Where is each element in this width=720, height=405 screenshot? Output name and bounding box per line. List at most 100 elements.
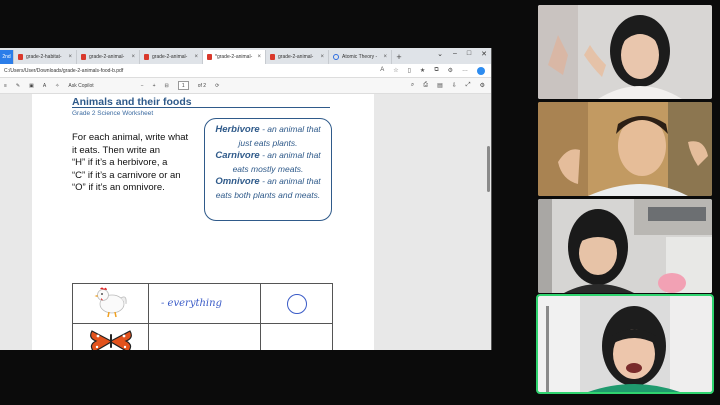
read-aloud-icon[interactable]: A <box>380 67 384 75</box>
title-rule <box>72 107 330 108</box>
collections-icon[interactable]: ⧉ <box>434 67 438 75</box>
tab-label: grade-2-animal- <box>278 54 314 60</box>
contents-icon[interactable]: ≡ <box>4 83 7 89</box>
participant-video-4[interactable] <box>536 294 714 394</box>
participant-video-3[interactable] <box>538 199 712 293</box>
copilot-icon[interactable]: ✧ <box>55 83 59 89</box>
instruction-line: it eats. Then write an <box>72 144 161 156</box>
close-icon[interactable]: × <box>383 54 387 60</box>
favorite-icon[interactable]: ☆ <box>393 67 398 75</box>
pdf-icon <box>270 54 275 60</box>
tab-pdf-active[interactable]: *grade-2-animal- × <box>203 50 266 64</box>
close-icon[interactable]: × <box>194 54 198 60</box>
page-view-icon[interactable]: ▣ <box>29 83 34 89</box>
instruction-line: For each animal, write what <box>72 132 189 143</box>
chicken-icon <box>94 287 127 318</box>
page-number-input[interactable]: 1 <box>177 81 189 90</box>
tab-pdf[interactable]: grade-2-habitat- × <box>14 50 77 64</box>
definition-carnivore: Carnivore - an animal that eats mostly m… <box>210 149 326 175</box>
participant-video-2[interactable] <box>538 102 712 196</box>
type-cell[interactable] <box>260 283 333 324</box>
atom-icon <box>333 54 339 60</box>
fullscreen-icon[interactable]: ⤢ <box>466 82 471 89</box>
print-icon[interactable]: ⎙ <box>423 82 428 89</box>
save-icon[interactable]: ▤ <box>437 82 443 89</box>
tab-label: grade-2-animal- <box>152 54 188 60</box>
food-cell[interactable] <box>148 323 261 350</box>
pdf-viewer[interactable]: Animals and their foods Grade 2 Science … <box>0 94 491 350</box>
address-bar[interactable]: C:/Users/User/Downloads/grade-2-animals-… <box>0 64 491 78</box>
pdf-scrollbar[interactable] <box>487 146 490 192</box>
tab-pdf[interactable]: grade-2-animal- × <box>266 50 329 64</box>
tab-bar: 2nd grade-2-habitat- × grade-2-animal- × g… <box>0 48 491 64</box>
participant-video-1[interactable] <box>538 5 712 99</box>
extensions-icon[interactable]: ⚙ <box>448 67 453 75</box>
table-row: - everything <box>72 283 333 324</box>
definition-omnivore: Omnivore - an animal that eats both plan… <box>210 175 326 201</box>
definitions-box: Herbivore - an animal that just eats pla… <box>204 118 332 221</box>
zoom-out-button[interactable]: − <box>141 83 144 89</box>
tab-pdf[interactable]: grade-2-animal- × <box>77 50 140 64</box>
animal-cell <box>72 283 149 324</box>
tab-web[interactable]: Atomic Theory - × <box>329 50 392 64</box>
close-window-icon[interactable]: ✕ <box>481 50 487 58</box>
close-icon[interactable]: × <box>131 54 135 60</box>
close-icon[interactable]: × <box>257 54 261 60</box>
pdf-icon <box>81 54 86 60</box>
more-icon[interactable]: … <box>462 67 468 75</box>
tab-first[interactable]: 2nd <box>0 50 14 64</box>
save-as-icon[interactable]: ⇩ <box>452 82 457 89</box>
read-aloud-icon[interactable]: A <box>43 83 46 89</box>
split-screen-icon[interactable]: ▯ <box>408 67 411 75</box>
table-row <box>72 323 333 350</box>
worksheet-subtitle: Grade 2 Science Worksheet <box>72 110 154 117</box>
pdf-icon <box>18 54 23 60</box>
settings-icon[interactable]: ⚙ <box>480 82 485 89</box>
fit-page-icon[interactable]: ⊟ <box>165 83 169 89</box>
chevron-down-icon[interactable]: ⌄ <box>437 50 443 58</box>
pdf-icon <box>144 54 149 60</box>
participant-video-image <box>538 102 712 196</box>
handwritten-o-answer <box>286 293 307 314</box>
tab-label: 2nd <box>2 54 11 60</box>
food-cell[interactable]: - everything <box>148 283 261 324</box>
video-call-stage: 2nd grade-2-habitat- × grade-2-animal- × g… <box>0 0 720 405</box>
participant-video-image <box>538 199 712 293</box>
definition-term: Carnivore <box>215 150 260 161</box>
instruction-line: “C” if it’s a carnivore or an <box>72 169 181 181</box>
minimize-icon[interactable]: – <box>453 50 457 58</box>
rotate-icon[interactable]: ⟳ <box>215 83 219 89</box>
draw-icon[interactable]: ✎ <box>16 83 20 89</box>
close-icon[interactable]: × <box>68 54 72 60</box>
favorites-icon[interactable]: ★ <box>420 67 425 75</box>
close-icon[interactable]: × <box>320 54 324 60</box>
pdf-toolbar-right: ⌕ ⎙ ▤ ⇩ ⤢ ⚙ <box>411 82 485 89</box>
animal-cell <box>72 323 149 350</box>
instruction-line: “O” if it’s an omnivore. <box>72 182 165 193</box>
tab-label: *grade-2-animal- <box>215 54 253 60</box>
pdf-icon <box>207 54 212 60</box>
window-controls: ⌄ – □ ✕ <box>437 50 487 58</box>
participant-video-image <box>538 296 712 392</box>
pdf-page: Animals and their foods Grade 2 Science … <box>32 94 374 350</box>
maximize-icon[interactable]: □ <box>467 50 471 58</box>
definition-term: Omnivore <box>215 176 260 187</box>
tab-label: grade-2-habitat- <box>26 54 62 60</box>
instructions: For each animal, write what it eats. The… <box>72 132 202 195</box>
address-text: C:/Users/User/Downloads/grade-2-animals-… <box>4 67 124 74</box>
instruction-line: “H” if it’s a herbivore, a <box>72 157 168 168</box>
participant-video-image <box>538 5 712 99</box>
new-tab-button[interactable]: + <box>392 50 406 64</box>
definition-herbivore: Herbivore - an animal that just eats pla… <box>210 123 326 149</box>
type-cell[interactable] <box>260 323 333 350</box>
tab-label: Atomic Theory - <box>342 54 378 60</box>
butterfly-icon <box>89 329 132 350</box>
profile-avatar[interactable] <box>477 67 485 75</box>
tab-pdf[interactable]: grade-2-animal- × <box>140 50 203 64</box>
search-icon[interactable]: ⌕ <box>411 82 414 89</box>
ask-copilot-button[interactable]: Ask Copilot <box>68 83 93 89</box>
animal-table: - everything <box>72 283 333 350</box>
page-total: of 2 <box>197 82 207 89</box>
pdf-toolbar: ≡ ✎ ▣ A ✧ Ask Copilot − + ⊟ 1 of 2 ⟳ ⌕ ⎙… <box>0 78 491 94</box>
zoom-in-button[interactable]: + <box>153 83 156 89</box>
